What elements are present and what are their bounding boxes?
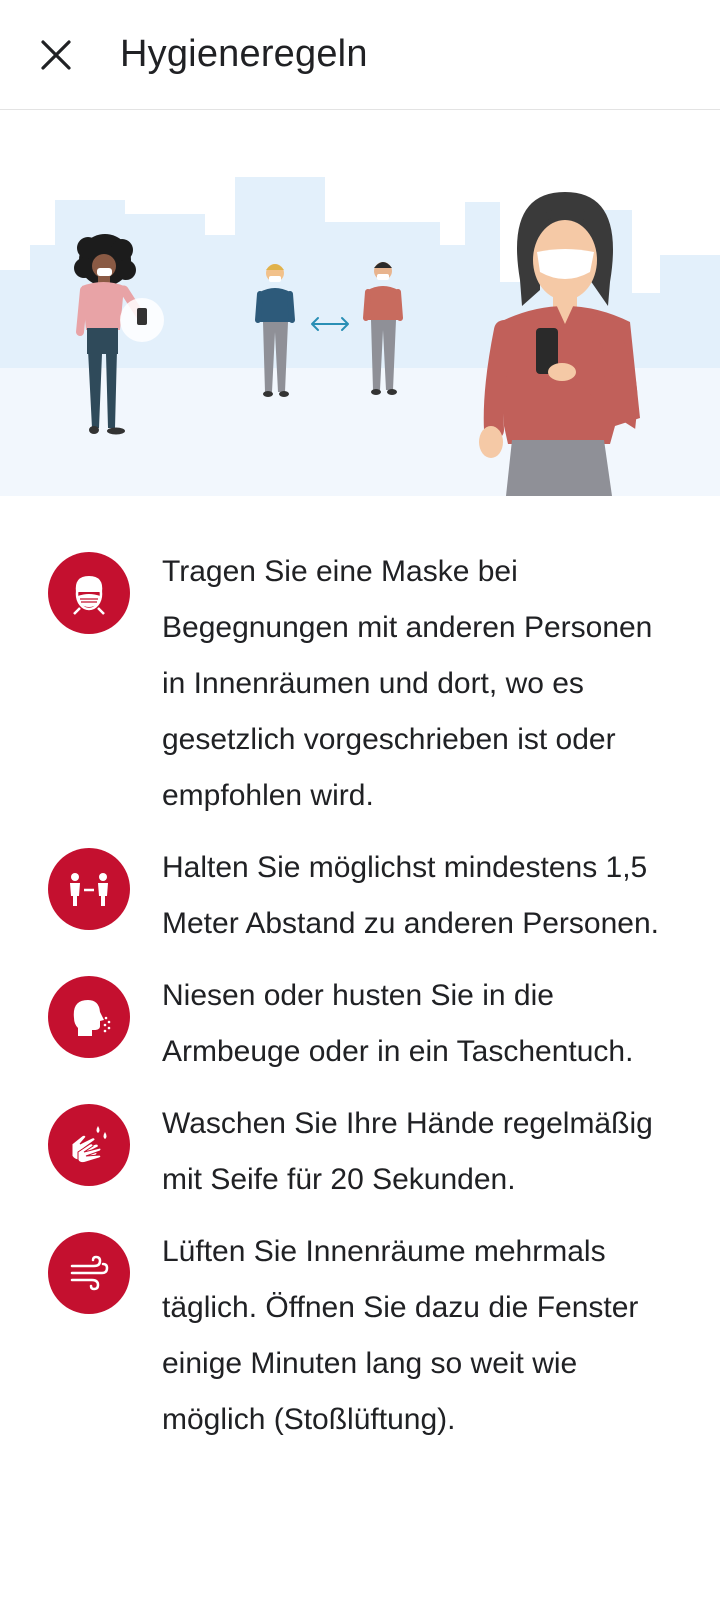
rule-text: Halten Sie möglichst mindestens 1,5 Mete… — [162, 851, 659, 940]
rule-sneeze: Niesen oder husten Sie in die Armbeuge o… — [0, 968, 720, 1080]
app-bar: Hygieneregeln — [0, 0, 720, 110]
hygiene-illustration — [0, 110, 720, 496]
rule-ventilation: Lüften Sie Innenräume mehrmals täglich. … — [0, 1224, 720, 1448]
distance-icon — [48, 848, 130, 930]
rule-text: Tragen Sie eine Maske bei Begegnungen mi… — [162, 555, 653, 812]
ventilation-icon — [48, 1232, 130, 1314]
page-title: Hygieneregeln — [120, 33, 368, 75]
rule-text: Lüften Sie Innenräume mehrmals täglich. … — [162, 1235, 639, 1436]
close-icon — [41, 39, 71, 70]
rule-distance: Halten Sie möglichst mindestens 1,5 Mete… — [0, 840, 720, 952]
rule-mask: Tragen Sie eine Maske bei Begegnungen mi… — [0, 544, 720, 824]
hygiene-rules-list: Tragen Sie eine Maske bei Begegnungen mi… — [0, 496, 720, 1448]
rule-handwash: Waschen Sie Ihre Hände regelmäßig mit Se… — [0, 1096, 720, 1208]
mask-icon — [48, 552, 130, 634]
sneeze-icon — [48, 976, 130, 1058]
handwash-icon — [48, 1104, 130, 1186]
rule-text: Niesen oder husten Sie in die Armbeuge o… — [162, 979, 634, 1068]
rule-text: Waschen Sie Ihre Hände regelmäßig mit Se… — [162, 1107, 653, 1196]
close-button[interactable] — [26, 25, 86, 85]
